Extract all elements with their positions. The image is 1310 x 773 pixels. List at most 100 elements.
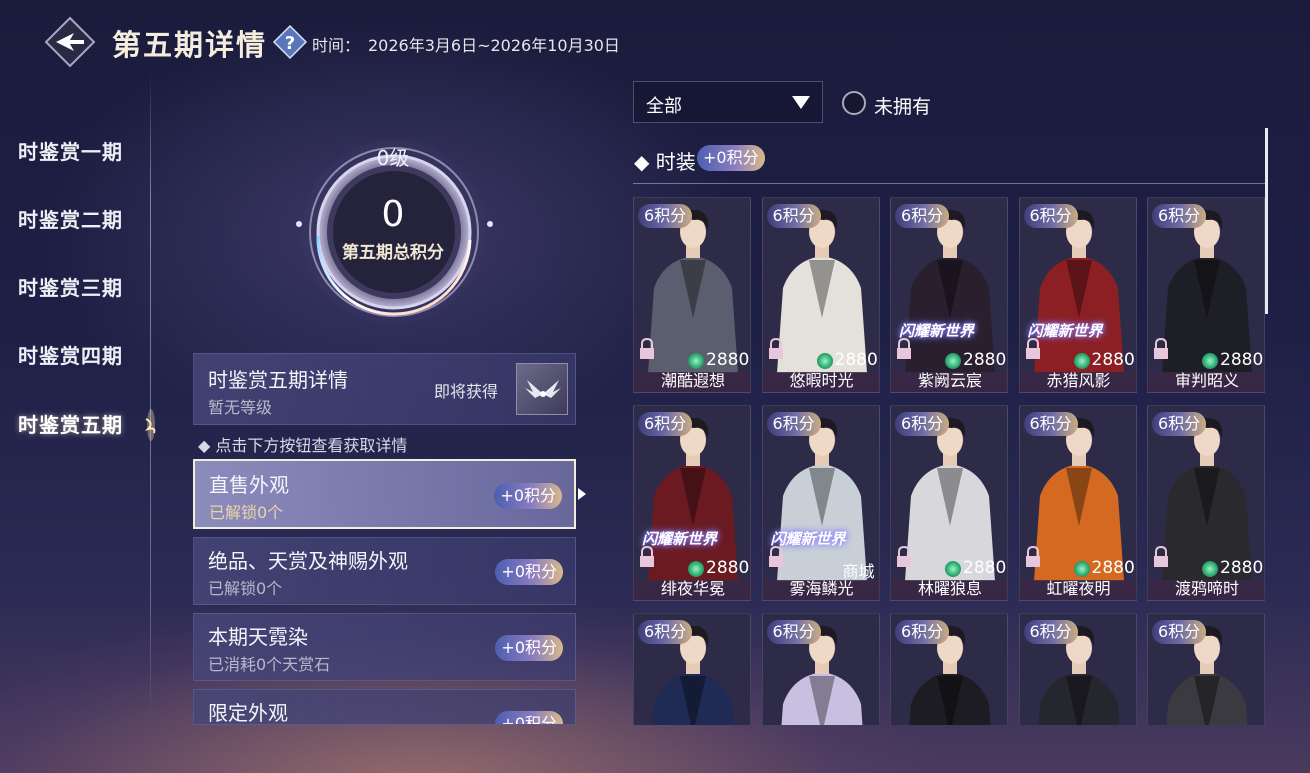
active-tab-marker-icon: [142, 405, 160, 445]
question-icon: ?: [272, 24, 308, 60]
svg-text:?: ?: [285, 33, 295, 54]
points-badge: 6积分: [895, 204, 950, 228]
outfit-card[interactable]: 6积分 闪耀新世界 商城 雾海鳞光: [761, 405, 880, 601]
total-score: 0: [381, 194, 405, 235]
lock-icon: [1025, 338, 1040, 359]
filter-dropdown[interactable]: 全部: [633, 81, 823, 123]
chevron-down-icon: [792, 96, 810, 109]
points-badge: 6积分: [766, 620, 821, 644]
lock-icon: [640, 338, 654, 359]
outfit-card[interactable]: 6积分 2880 林曜狼息: [890, 405, 1008, 601]
not-owned-radio[interactable]: [842, 91, 866, 115]
outfit-card[interactable]: 6积分: [761, 613, 880, 725]
outfit-grid: 6积分 2880 潮酷遐想 6积分 2880 悠暇时光 6积分 闪耀新世界 2880 紫阙云宸 6积…: [633, 197, 1265, 725]
points-badge: 6积分: [1023, 204, 1078, 228]
period-level-status: 暂无等级: [208, 398, 273, 417]
tab-period-4[interactable]: 时鉴赏四期: [18, 340, 123, 369]
tab-period-1[interactable]: 时鉴赏一期: [18, 136, 123, 165]
outfit-name: 雾海鳞光: [789, 579, 854, 598]
category-dye[interactable]: 本期天霓染 已消耗0个天赏石 +0积分: [193, 613, 576, 681]
outfit-name: 渡鸦啼时: [1174, 579, 1239, 598]
wings-icon: [525, 380, 561, 398]
outfit-card[interactable]: 6积分 2880 渡鸦啼时: [1147, 405, 1265, 601]
points-badge: 6积分: [638, 412, 693, 436]
section-title: ◆ 时装: [634, 150, 696, 174]
outfit-name: 潮酷遐想: [660, 371, 725, 390]
points-badge: 6积分: [895, 620, 950, 644]
hint-text: ◆ 点击下方按钮查看获取详情: [198, 436, 408, 455]
selected-arrow-icon: [578, 488, 586, 500]
tab-divider: [150, 70, 151, 720]
tab-period-5[interactable]: 时鉴赏五期: [18, 409, 123, 438]
outfit-name: 虹曜夜明: [1046, 579, 1111, 598]
lock-icon: [768, 338, 783, 359]
outfit-card[interactable]: 6积分 闪耀新世界 2880 赤猎风影: [1018, 197, 1137, 393]
tab-period-3[interactable]: 时鉴赏三期: [18, 272, 123, 301]
category-title: 本期天霓染: [208, 625, 308, 649]
category-status: 已解锁0个: [209, 503, 284, 522]
time-label: 时间：: [312, 36, 361, 55]
outfit-name: 绯夜华冕: [660, 579, 725, 598]
outfit-card[interactable]: 6积分 闪耀新世界 2880 紫阙云宸: [890, 197, 1008, 393]
category-title: 直售外观: [209, 473, 289, 497]
category-points: +0积分: [494, 483, 562, 509]
not-owned-label[interactable]: 未拥有: [874, 92, 931, 119]
category-limited[interactable]: 限定外观 +0积分: [193, 689, 576, 725]
reward-preview[interactable]: [516, 363, 568, 415]
category-title: 绝品、天赏及神赐外观: [208, 549, 408, 573]
outfit-name: 悠暇时光: [789, 371, 854, 390]
lock-icon: [768, 546, 783, 567]
category-points: +0积分: [495, 635, 563, 661]
points-badge: 6积分: [638, 620, 693, 644]
outfit-card[interactable]: 6积分 2880 虹曜夜明: [1018, 405, 1137, 601]
outfit-card[interactable]: 6积分: [1018, 613, 1137, 725]
points-badge: 6积分: [1152, 412, 1207, 436]
section-points: +0积分: [697, 145, 765, 171]
outfit-card[interactable]: 6积分: [1147, 613, 1265, 725]
scrollbar[interactable]: [1265, 128, 1268, 314]
outfit-name: 审判昭义: [1174, 371, 1239, 390]
points-badge: 6积分: [638, 204, 693, 228]
level-label: 0级: [376, 146, 410, 170]
points-badge: 6积分: [1023, 620, 1078, 644]
points-badge: 6积分: [1023, 412, 1078, 436]
category-status: 已消耗0个天赏石: [208, 655, 331, 674]
period-detail-title: 时鉴赏五期详情: [208, 368, 348, 392]
outfit-name: 赤猎风影: [1046, 371, 1111, 390]
points-badge: 6积分: [766, 412, 821, 436]
category-points: +0积分: [495, 559, 563, 585]
filter-dropdown-value: 全部: [646, 96, 682, 117]
points-badge: 6积分: [1152, 204, 1207, 228]
section-divider: [633, 183, 1268, 184]
back-icon: [44, 16, 96, 68]
outfit-card[interactable]: 6积分 2880 潮酷遐想: [633, 197, 751, 393]
outfit-card[interactable]: 6积分 2880 审判昭义: [1147, 197, 1265, 393]
time-range: 2026年3月6日~2026年10月30日: [368, 36, 620, 55]
lock-icon: [640, 546, 654, 567]
outfit-card[interactable]: 6积分: [890, 613, 1008, 725]
tab-period-2[interactable]: 时鉴赏二期: [18, 204, 123, 233]
category-points: +0积分: [495, 711, 563, 724]
outfit-card[interactable]: 6积分 2880 悠暇时光: [761, 197, 880, 393]
lock-icon: [897, 338, 911, 359]
category-direct-sale[interactable]: 直售外观 已解锁0个 +0积分: [193, 459, 576, 529]
category-premium[interactable]: 绝品、天赏及神赐外观 已解锁0个 +0积分: [193, 537, 576, 605]
points-badge: 6积分: [766, 204, 821, 228]
outfit-card[interactable]: 6积分 闪耀新世界 2880 绯夜华冕: [633, 405, 751, 601]
back-button[interactable]: [44, 16, 96, 68]
category-status: 已解锁0个: [208, 579, 283, 598]
category-title: 限定外观: [208, 701, 288, 725]
outfit-name: 林曜狼息: [917, 579, 982, 598]
points-badge: 6积分: [895, 412, 950, 436]
points-badge: 6积分: [1152, 620, 1207, 644]
outfit-card[interactable]: 6积分: [633, 613, 751, 725]
upcoming-reward-label: 即将获得: [434, 382, 499, 401]
help-button[interactable]: ?: [272, 24, 308, 60]
page-title: 第五期详情: [112, 28, 268, 62]
lock-icon: [1154, 546, 1168, 567]
lock-icon: [1025, 546, 1040, 567]
lock-icon: [897, 546, 911, 567]
total-score-label: 第五期总积分: [342, 243, 444, 263]
outfit-name: 紫阙云宸: [917, 371, 982, 390]
lock-icon: [1154, 338, 1168, 359]
